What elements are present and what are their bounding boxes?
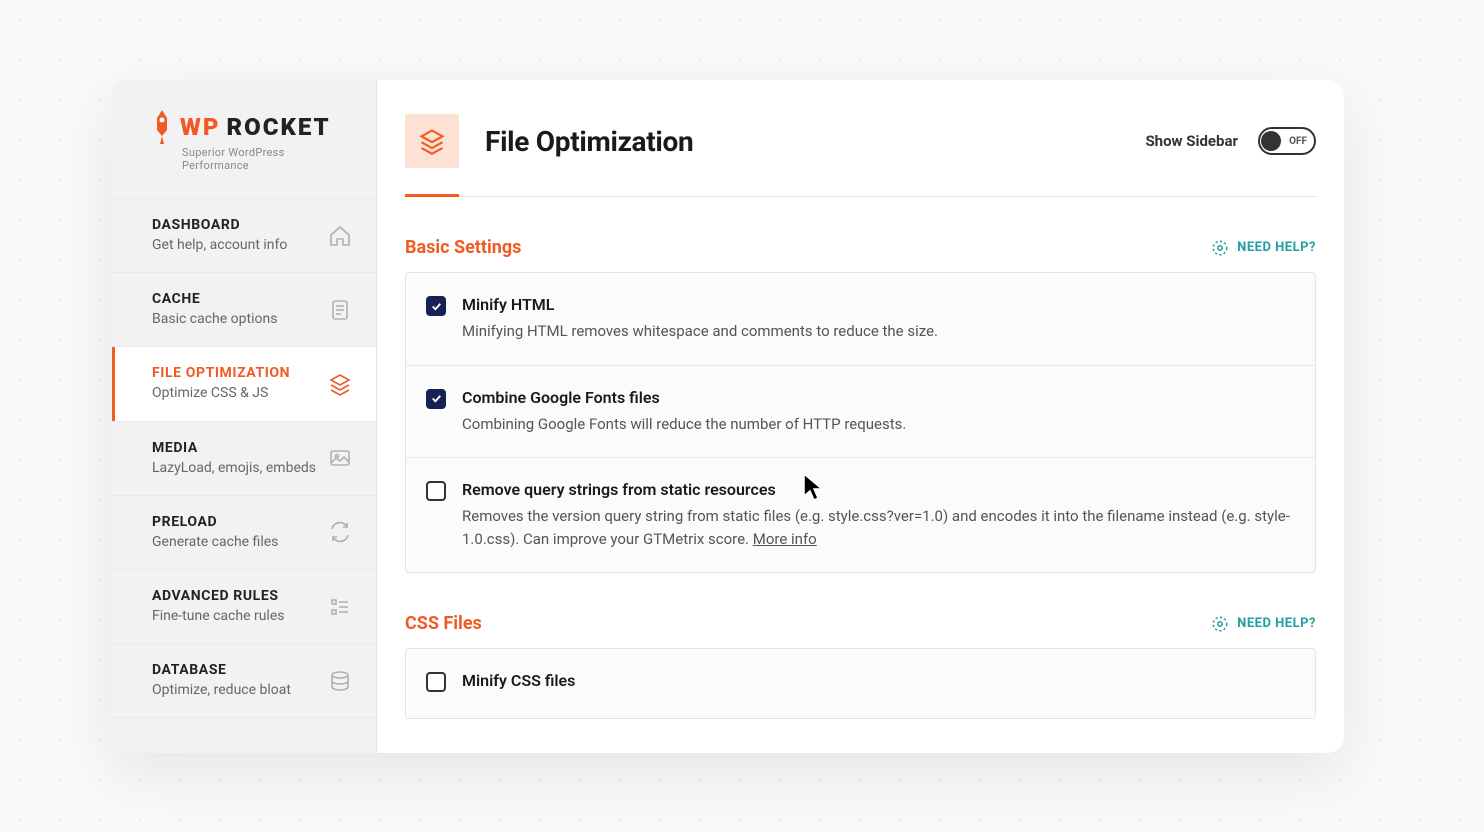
logo-wp-text: WP — [180, 113, 221, 141]
section-basic-settings: Basic Settings NEED HELP? Minify HTML Mi… — [405, 237, 1316, 573]
sidebar: WP ROCKET Superior WordPress Performance… — [112, 80, 377, 753]
need-help-link[interactable]: NEED HELP? — [1211, 239, 1316, 257]
nav-sub: Fine-tune cache rules — [152, 607, 285, 625]
nav-title: FILE OPTIMIZATION — [152, 365, 290, 381]
setting-desc-text: Removes the version query string from st… — [462, 507, 1290, 548]
help-label: NEED HELP? — [1237, 616, 1316, 631]
home-icon — [328, 224, 352, 248]
nav-item-preload[interactable]: PRELOAD Generate cache files — [112, 495, 376, 569]
show-sidebar-toggle[interactable]: OFF — [1258, 127, 1316, 155]
setting-minify-html: Minify HTML Minifying HTML removes white… — [406, 273, 1315, 366]
nav-title: CACHE — [152, 291, 277, 307]
nav-title: DASHBOARD — [152, 217, 287, 233]
logo-rocket-text: ROCKET — [227, 113, 331, 141]
page-title: File Optimization — [485, 125, 693, 158]
section-title: CSS Files — [405, 613, 482, 634]
nav-sub: Optimize CSS & JS — [152, 384, 290, 402]
nav-item-cache[interactable]: CACHE Basic cache options — [112, 272, 376, 346]
css-settings-box: Minify CSS files — [405, 648, 1316, 719]
more-info-link[interactable]: More info — [753, 530, 817, 548]
setting-label: Remove query strings from static resourc… — [462, 480, 1295, 499]
brand-tagline: Superior WordPress Performance — [182, 146, 348, 172]
setting-desc: Combining Google Fonts will reduce the n… — [462, 413, 1295, 436]
help-icon — [1211, 615, 1229, 633]
basic-settings-box: Minify HTML Minifying HTML removes white… — [405, 272, 1316, 573]
need-help-link[interactable]: NEED HELP? — [1211, 615, 1316, 633]
nav-item-file-optimization[interactable]: FILE OPTIMIZATION Optimize CSS & JS — [112, 346, 376, 420]
checkbox-minify-css[interactable] — [426, 672, 446, 692]
list-icon — [328, 595, 352, 619]
picture-icon — [328, 446, 352, 470]
refresh-icon — [328, 520, 352, 544]
page-icon-box — [405, 114, 459, 168]
nav-title: ADVANCED RULES — [152, 588, 285, 604]
setting-label: Minify CSS files — [462, 671, 1295, 690]
setting-remove-query-strings: Remove query strings from static resourc… — [406, 458, 1315, 572]
nav-sub: Get help, account info — [152, 236, 287, 254]
nav-item-advanced-rules[interactable]: ADVANCED RULES Fine-tune cache rules — [112, 569, 376, 643]
nav-sub: Generate cache files — [152, 533, 278, 551]
section-title: Basic Settings — [405, 237, 521, 258]
show-sidebar-label: Show Sidebar — [1145, 132, 1238, 150]
toggle-state-label: OFF — [1289, 136, 1307, 147]
rocket-icon — [152, 110, 172, 144]
setting-label: Combine Google Fonts files — [462, 388, 1295, 407]
section-css-files: CSS Files NEED HELP? Minify CSS files — [405, 613, 1316, 719]
nav-item-dashboard[interactable]: DASHBOARD Get help, account info — [112, 198, 376, 272]
nav-item-media[interactable]: MEDIA LazyLoad, emojis, embeds — [112, 421, 376, 495]
setting-label: Minify HTML — [462, 295, 1295, 314]
setting-desc: Removes the version query string from st… — [462, 505, 1295, 550]
app-window: WP ROCKET Superior WordPress Performance… — [112, 80, 1344, 753]
main-content: File Optimization Show Sidebar OFF Basic… — [377, 80, 1344, 753]
layers-icon — [328, 372, 352, 396]
database-icon — [328, 669, 352, 693]
nav-title: PRELOAD — [152, 514, 278, 530]
toggle-knob — [1261, 131, 1281, 151]
nav-title: MEDIA — [152, 440, 316, 456]
help-icon — [1211, 239, 1229, 257]
setting-combine-google-fonts: Combine Google Fonts files Combining Goo… — [406, 366, 1315, 459]
nav-item-database[interactable]: DATABASE Optimize, reduce bloat — [112, 643, 376, 718]
nav-sub: LazyLoad, emojis, embeds — [152, 459, 316, 477]
nav-sub: Optimize, reduce bloat — [152, 681, 291, 699]
nav-sub: Basic cache options — [152, 310, 277, 328]
document-icon — [328, 298, 352, 322]
nav: DASHBOARD Get help, account info CACHE B… — [112, 198, 376, 718]
checkbox-combine-google-fonts[interactable] — [426, 389, 446, 409]
setting-minify-css: Minify CSS files — [406, 649, 1315, 718]
checkbox-minify-html[interactable] — [426, 296, 446, 316]
checkbox-remove-query-strings[interactable] — [426, 481, 446, 501]
page-header: File Optimization Show Sidebar OFF — [405, 114, 1316, 197]
header-underline — [405, 194, 459, 197]
brand-logo: WP ROCKET Superior WordPress Performance — [112, 80, 376, 198]
layers-icon — [418, 127, 446, 155]
nav-title: DATABASE — [152, 662, 291, 678]
setting-desc: Minifying HTML removes whitespace and co… — [462, 320, 1295, 343]
help-label: NEED HELP? — [1237, 240, 1316, 255]
